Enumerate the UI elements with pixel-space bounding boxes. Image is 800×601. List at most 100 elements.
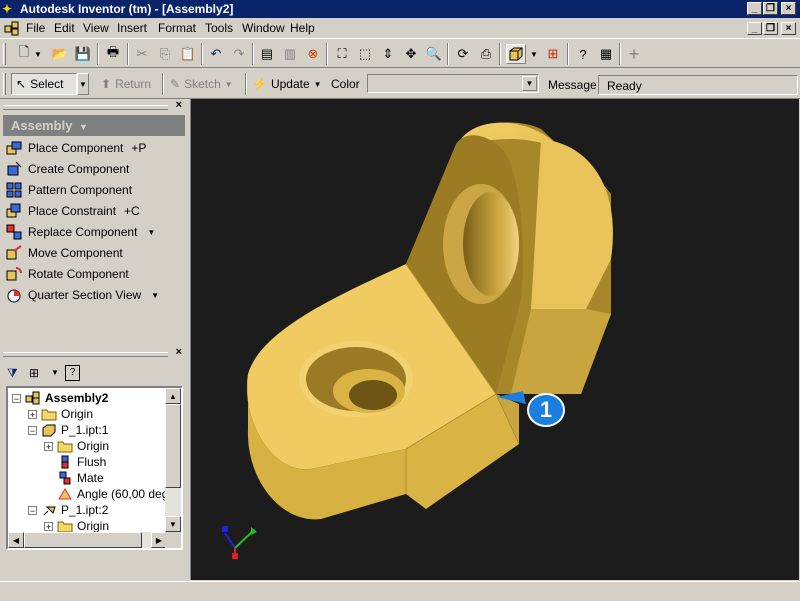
quarter-section-dropdown-icon[interactable]: ▼ bbox=[151, 291, 159, 300]
collapse-icon[interactable]: − bbox=[28, 425, 37, 435]
toolbar-grip[interactable] bbox=[3, 43, 6, 65]
display-mode-dropdown-icon[interactable]: ▼ bbox=[529, 44, 539, 64]
select-priority-icon[interactable]: ⊗ bbox=[303, 44, 323, 64]
cut-icon[interactable]: ✂ bbox=[132, 44, 152, 64]
place-component-command[interactable]: Place Component +P bbox=[6, 139, 146, 157]
panel-header[interactable]: Assembly ▼ bbox=[3, 115, 185, 136]
tree-horizontal-scrollbar[interactable]: ◀ ▶ bbox=[8, 532, 167, 548]
color-combo[interactable]: ▼ bbox=[367, 74, 539, 93]
menu-file[interactable]: File bbox=[26, 21, 45, 35]
tree-item-label: P_1.ipt:2 bbox=[61, 503, 109, 517]
replace-dropdown-icon[interactable]: ▼ bbox=[147, 228, 155, 237]
browser-grip[interactable] bbox=[3, 352, 168, 357]
update-dropdown-icon[interactable]: ▼ bbox=[314, 80, 322, 89]
replace-component-command[interactable]: Replace Component ▼ bbox=[6, 223, 155, 241]
zoom-icon[interactable]: ⇕ bbox=[378, 44, 398, 64]
display-mode-icon[interactable] bbox=[506, 44, 526, 64]
expand-icon[interactable]: + bbox=[44, 521, 53, 531]
add-toolbar-icon[interactable]: + bbox=[624, 44, 644, 64]
paste-icon[interactable]: 📋 bbox=[178, 44, 198, 64]
tree-item[interactable]: + Origin bbox=[28, 406, 93, 422]
minimize-icon[interactable]: _ bbox=[747, 2, 762, 15]
rotate-component-command[interactable]: Rotate Component bbox=[6, 265, 129, 283]
help-icon[interactable]: ? bbox=[573, 44, 593, 64]
doc-close-icon[interactable]: × bbox=[781, 22, 796, 35]
save-icon[interactable]: 💾 bbox=[73, 44, 93, 64]
tree-item[interactable]: − Assembly2 bbox=[12, 390, 108, 406]
scroll-down-icon[interactable]: ▼ bbox=[165, 516, 181, 532]
collapse-icon[interactable]: − bbox=[28, 505, 37, 515]
return-button[interactable]: ⬆ Return bbox=[101, 73, 151, 95]
hscroll-thumb[interactable] bbox=[24, 532, 142, 548]
tree-item[interactable]: Angle (60,00 deg) bbox=[44, 486, 172, 502]
inventor-logo-icon: ✦ bbox=[2, 2, 13, 16]
assembly-icon bbox=[25, 391, 41, 405]
bom-icon[interactable]: ▥ bbox=[280, 44, 300, 64]
tree-item[interactable]: − P_1.ipt:2 bbox=[28, 502, 108, 518]
sketch-button[interactable]: ✎ Sketch ▼ bbox=[170, 73, 233, 95]
zoom-all-icon[interactable]: ⛶ bbox=[332, 44, 352, 64]
select-button[interactable]: ↖ Select bbox=[11, 73, 77, 95]
menu-help[interactable]: Help bbox=[290, 21, 315, 35]
pan-icon[interactable]: ✥ bbox=[401, 44, 421, 64]
quarter-section-view-command[interactable]: Quarter Section View ▼ bbox=[6, 286, 159, 304]
zoom-selected-icon[interactable]: 🔍 bbox=[424, 44, 444, 64]
whats-new-icon[interactable]: ▦ bbox=[596, 44, 616, 64]
doc-restore-icon[interactable]: ❐ bbox=[763, 22, 778, 35]
panel-bar-titlebar: × bbox=[0, 99, 190, 112]
tree-item-label: Origin bbox=[61, 407, 94, 421]
browser-close-icon[interactable]: × bbox=[176, 346, 182, 358]
panel-grip[interactable] bbox=[3, 105, 168, 110]
color-dropdown-icon[interactable]: ▼ bbox=[522, 76, 537, 91]
tree-item[interactable]: Flush bbox=[44, 454, 106, 470]
select-dropdown-icon[interactable]: ▼ bbox=[77, 73, 89, 95]
assembly-model[interactable] bbox=[191, 99, 799, 580]
close-icon[interactable]: × bbox=[781, 2, 796, 15]
restore-icon[interactable]: ❐ bbox=[763, 2, 778, 15]
look-at-icon[interactable]: ⎙ bbox=[476, 44, 496, 64]
flush-constraint-icon bbox=[57, 455, 73, 469]
create-component-command[interactable]: Create Component bbox=[6, 160, 129, 178]
collapse-icon[interactable]: − bbox=[12, 393, 21, 403]
print-icon[interactable]: 🖶 bbox=[103, 44, 123, 64]
tree-vertical-scrollbar[interactable]: ▲ ▼ bbox=[165, 388, 181, 532]
toolbar-grip[interactable] bbox=[3, 73, 6, 95]
tree-item[interactable]: Mate bbox=[44, 470, 104, 486]
panel-close-icon[interactable]: × bbox=[176, 99, 182, 111]
rotate-icon[interactable]: ⟳ bbox=[453, 44, 473, 64]
scroll-up-icon[interactable]: ▲ bbox=[165, 388, 181, 404]
expand-icon[interactable]: + bbox=[44, 441, 53, 451]
scroll-left-icon[interactable]: ◀ bbox=[8, 532, 24, 548]
browser-help-icon[interactable]: ? bbox=[65, 365, 80, 381]
copy-icon[interactable]: ⎘ bbox=[155, 44, 175, 64]
zoom-window-icon[interactable]: ⬚ bbox=[355, 44, 375, 64]
menu-format[interactable]: Format bbox=[158, 21, 196, 35]
expand-icon[interactable]: + bbox=[28, 409, 37, 419]
doc-minimize-icon[interactable]: _ bbox=[747, 22, 762, 35]
undo-icon[interactable]: ↶ bbox=[206, 44, 226, 64]
tree-item[interactable]: − P_1.ipt:1 bbox=[28, 422, 108, 438]
scroll-thumb[interactable] bbox=[165, 404, 181, 488]
ground-shadow-icon[interactable]: ⊞ bbox=[543, 44, 563, 64]
open-icon[interactable]: 📂 bbox=[50, 44, 70, 64]
pattern-component-command[interactable]: Pattern Component bbox=[6, 181, 132, 199]
assembly-doc-icon[interactable] bbox=[4, 20, 20, 36]
update-button[interactable]: ⚡ Update ▼ bbox=[252, 73, 322, 95]
menu-tools[interactable]: Tools bbox=[205, 21, 233, 35]
menu-window[interactable]: Window bbox=[242, 21, 285, 35]
graphics-viewport[interactable] bbox=[190, 99, 799, 580]
sketch-dropdown-icon[interactable]: ▼ bbox=[225, 80, 233, 89]
hierarchy-icon[interactable]: ⊞ bbox=[29, 366, 39, 380]
filter-icon[interactable]: ⧩ bbox=[7, 366, 18, 381]
move-component-command[interactable]: Move Component bbox=[6, 244, 123, 262]
menu-view[interactable]: View bbox=[83, 21, 109, 35]
menu-insert[interactable]: Insert bbox=[117, 21, 147, 35]
tree-item[interactable]: + Origin bbox=[44, 438, 109, 454]
parameters-icon[interactable]: ▤ bbox=[257, 44, 277, 64]
place-constraint-command[interactable]: Place Constraint +C bbox=[6, 202, 140, 220]
new-dropdown-icon[interactable]: ▼ bbox=[33, 44, 43, 64]
hierarchy-dropdown-icon[interactable]: ▼ bbox=[51, 368, 59, 377]
new-icon[interactable]: 🗋 bbox=[14, 44, 34, 64]
menu-edit[interactable]: Edit bbox=[54, 21, 75, 35]
redo-icon[interactable]: ↷ bbox=[229, 44, 249, 64]
